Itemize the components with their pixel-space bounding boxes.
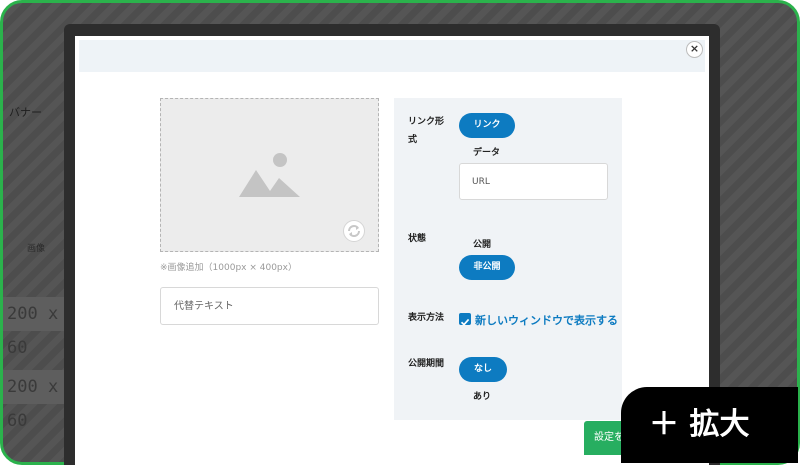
link-format-label: リンク形式 — [408, 117, 445, 145]
zoom-button[interactable]: ＋ 拡大 — [621, 387, 798, 463]
bg-banner-label: バナー — [9, 106, 42, 119]
image-size-note: ※画像追加（1000px × 400px） — [160, 263, 297, 273]
image-placeholder-icon — [239, 153, 300, 197]
bg-image-label: 画像 — [27, 244, 46, 254]
close-button[interactable]: × — [686, 41, 703, 58]
publish-period-option-set[interactable]: あり — [473, 389, 491, 402]
status-option-public[interactable]: 公開 — [473, 237, 491, 250]
rotate-button[interactable] — [343, 220, 365, 242]
bg-size-row: 200 x 60 — [3, 370, 65, 431]
checkmark-icon — [460, 318, 470, 326]
publish-period-option-none[interactable]: なし — [459, 357, 507, 382]
link-format-option-data[interactable]: データ — [473, 145, 500, 158]
modal-header — [79, 40, 705, 72]
new-window-label[interactable]: 新しいウィンドウで表示する — [475, 312, 618, 328]
rotate-icon — [348, 225, 360, 237]
new-window-checkbox[interactable] — [459, 313, 471, 326]
display-method-label: 表示方法 — [408, 313, 445, 323]
image-dropzone[interactable] — [160, 98, 379, 252]
link-format-option-link[interactable]: リンク — [459, 113, 515, 138]
close-icon: × — [689, 42, 700, 55]
status-label: 状態 — [408, 234, 427, 244]
publish-period-label: 公開期間 — [408, 359, 445, 369]
alt-text-input[interactable] — [160, 287, 379, 325]
url-input[interactable] — [459, 163, 608, 200]
status-option-private[interactable]: 非公開 — [459, 255, 515, 280]
bg-size-row: 200 x 60 — [3, 297, 65, 358]
